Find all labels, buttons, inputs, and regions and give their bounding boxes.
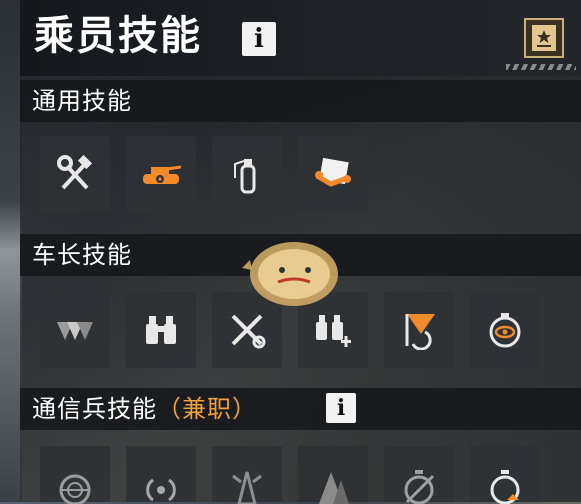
trees-icon — [319, 472, 349, 504]
stopwatch-eye-icon — [489, 313, 521, 348]
decor-stripes — [506, 64, 576, 70]
mascot-watermark-icon — [242, 242, 338, 306]
section-title-signalman: 通信兵技能（兼职） — [32, 388, 257, 430]
skill-tile-radio-tower[interactable] — [212, 446, 282, 504]
binoculars-plus-icon — [316, 315, 351, 347]
skill-tile-stopwatch-up[interactable] — [470, 446, 540, 504]
hammer-wrench-icon — [57, 154, 93, 190]
skill-tile-radio-signal[interactable] — [126, 446, 196, 502]
radio-signal-icon — [146, 478, 176, 502]
section-title-parttime: （兼职） — [157, 395, 257, 423]
stopwatch-up-icon — [490, 470, 520, 504]
skill-tile-stopwatch-eye[interactable] — [470, 292, 540, 368]
tank-target-icon — [143, 165, 181, 184]
skill-tile-repair-kit[interactable] — [298, 136, 368, 212]
skill-tile-triangles[interactable] — [40, 292, 110, 368]
info-button[interactable]: i — [242, 22, 276, 56]
skill-tile-radar[interactable] — [40, 446, 110, 504]
binoculars-icon — [146, 316, 176, 344]
radio-tower-icon — [232, 471, 262, 504]
skill-tile-hammer-wrench[interactable] — [40, 136, 110, 212]
repair-kit-icon — [315, 157, 351, 187]
section-title-commander: 车长技能 — [32, 241, 132, 269]
radar-icon — [59, 474, 91, 504]
skill-tile-stopwatch-slash[interactable] — [384, 446, 454, 504]
skill-tile-trees[interactable] — [298, 446, 368, 504]
crossed-tools-icon — [231, 314, 266, 349]
info-button-signalman[interactable]: i — [326, 393, 356, 423]
skill-tile-flag-rotate[interactable] — [384, 292, 454, 368]
skill-tile-binoculars[interactable] — [126, 292, 196, 368]
section-title-signalman-text: 通信兵技能 — [32, 395, 157, 423]
background-scene — [0, 0, 22, 502]
triangles-icon — [57, 322, 93, 340]
flag-rotate-icon — [405, 314, 435, 350]
page-title: 乘员技能 — [34, 13, 202, 59]
badge-star-icon — [532, 25, 556, 51]
skill-tile-tank-target[interactable] — [126, 136, 196, 212]
stopwatch-slash-icon — [404, 470, 435, 504]
crew-badge-button[interactable] — [524, 18, 564, 58]
section-title-general: 通用技能 — [32, 87, 132, 115]
fire-extinguisher-icon — [234, 159, 256, 194]
skill-tile-fire-extinguisher[interactable] — [212, 136, 282, 212]
